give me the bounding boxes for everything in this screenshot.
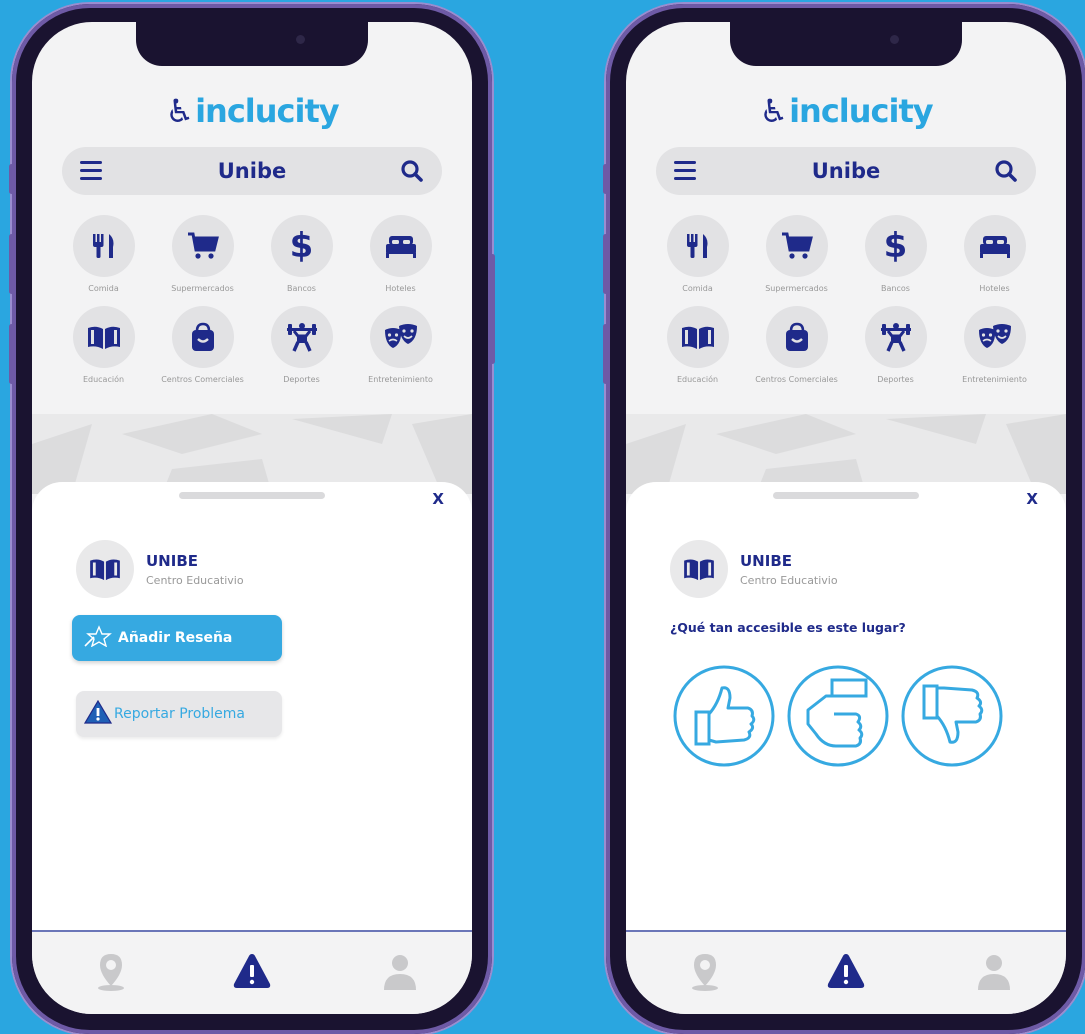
place-sheet: X UNIBE Centro Educativio ¿Qué tan acces… [626,482,1066,932]
category-entretenimiento[interactable]: Entretenimiento [351,306,450,385]
location-pin-icon[interactable] [96,952,126,996]
open-book-icon [684,559,714,581]
sheet-handle[interactable] [179,492,325,499]
category-entretenimiento[interactable]: Entretenimiento [945,306,1044,385]
category-grid: Comida Supermercados $ Bancos Hoteles Ed… [648,215,1044,385]
phone-button [490,254,495,364]
phone-right: ♿inclucity Unibe Comida Supermercados $ … [603,4,1085,1034]
thumbs-sideways-icon[interactable] [786,664,890,768]
user-icon[interactable] [382,952,418,996]
weightlifter-icon [286,323,317,352]
bottom-nav [626,930,1066,1014]
category-hoteles[interactable]: Hoteles [351,215,450,294]
shopping-bag-icon [191,322,214,351]
category-grid: Comida Supermercados $ Bancos Hoteles Ed… [54,215,450,385]
category-hoteles[interactable]: Hoteles [945,215,1044,294]
place-name: UNIBE [740,551,792,570]
phone-button [9,234,14,294]
phone-button [603,324,608,384]
category-educacion[interactable]: Educación [648,306,747,385]
theater-masks-icon [384,324,417,348]
notch [730,22,962,66]
search-icon[interactable] [400,159,424,187]
warning-icon[interactable] [826,952,866,994]
close-button[interactable]: X [1026,490,1038,508]
open-book-icon [681,326,714,349]
accessibility-question: ¿Qué tan accesible es este lugar? [670,620,906,635]
hamburger-menu-icon[interactable] [80,161,102,185]
sheet-handle[interactable] [773,492,919,499]
wheelchair-icon: ♿ [759,92,788,130]
star-pen-icon [84,625,114,651]
category-deportes[interactable]: Deportes [846,306,945,385]
warning-icon[interactable] [232,952,272,994]
phone-button [9,164,14,194]
notch [136,22,368,66]
fork-knife-icon [686,234,707,258]
user-icon[interactable] [976,952,1012,996]
search-title: Unibe [217,159,287,183]
category-centros-comerciales[interactable]: Centros Comerciales [153,306,252,385]
close-button[interactable]: X [432,490,444,508]
search-title: Unibe [811,159,881,183]
search-bar[interactable]: Unibe [656,147,1036,195]
bottom-nav [32,930,472,1014]
place-name: UNIBE [146,551,198,570]
bed-icon [385,236,416,258]
category-comida[interactable]: Comida [54,215,153,294]
place-header: UNIBE Centro Educativio [670,540,838,598]
fork-knife-icon [92,234,113,258]
shopping-cart-icon [187,232,219,259]
phone-left: ♿inclucity Unibe Comida Supermercados $ … [9,4,495,1034]
report-problem-button[interactable]: Reportar Problema [76,691,282,737]
bed-icon [979,236,1010,258]
rating-options [672,664,1004,768]
category-bancos[interactable]: $ Bancos [846,215,945,294]
category-centros-comerciales[interactable]: Centros Comerciales [747,306,846,385]
category-supermercados[interactable]: Supermercados [153,215,252,294]
warning-icon [83,699,113,728]
category-comida[interactable]: Comida [648,215,747,294]
place-sheet: X UNIBE Centro Educativio Añadir Reseña … [32,482,472,932]
phone-button [603,234,608,294]
category-supermercados[interactable]: Supermercados [747,215,846,294]
phone-button [603,164,608,194]
weightlifter-icon [880,323,911,352]
open-book-icon [90,559,120,581]
app-screen: ♿inclucity Unibe Comida Supermercados $ … [32,22,472,1014]
app-logo: ♿inclucity [759,92,933,130]
place-type: Centro Educativio [146,573,244,587]
theater-masks-icon [978,324,1011,348]
hamburger-menu-icon[interactable] [674,161,696,185]
thumbs-down-icon[interactable] [900,664,1004,768]
add-review-button[interactable]: Añadir Reseña [72,615,282,661]
category-deportes[interactable]: Deportes [252,306,351,385]
phone-button [9,324,14,384]
category-educacion[interactable]: Educación [54,306,153,385]
place-header: UNIBE Centro Educativio [76,540,244,598]
place-type: Centro Educativio [740,573,838,587]
wheelchair-icon: ♿ [165,92,194,130]
location-pin-icon[interactable] [690,952,720,996]
dollar-icon: $ [289,226,314,266]
open-book-icon [87,326,120,349]
search-bar[interactable]: Unibe [62,147,442,195]
thumbs-up-icon[interactable] [672,664,776,768]
app-screen: ♿inclucity Unibe Comida Supermercados $ … [626,22,1066,1014]
shopping-cart-icon [781,232,813,259]
app-logo: ♿inclucity [165,92,339,130]
category-bancos[interactable]: $ Bancos [252,215,351,294]
dollar-icon: $ [883,226,908,266]
search-icon[interactable] [994,159,1018,187]
shopping-bag-icon [785,322,808,351]
